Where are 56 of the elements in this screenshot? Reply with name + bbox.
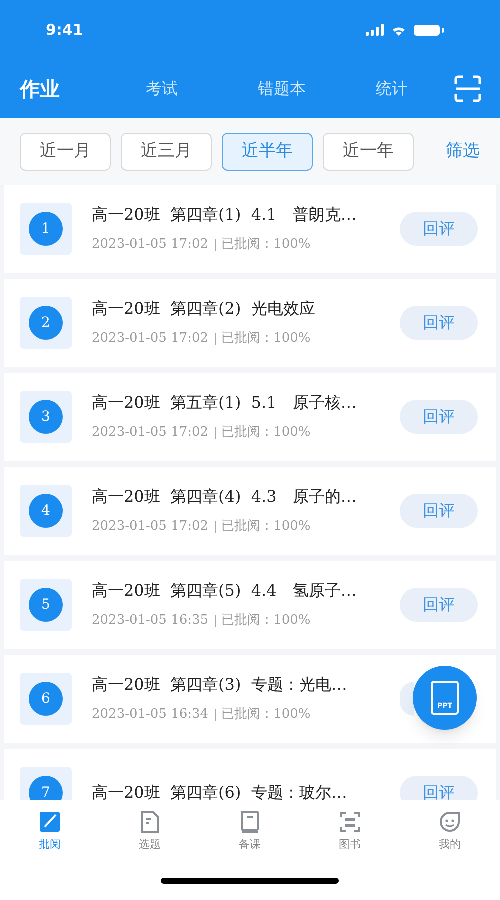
number-badge: 1: [29, 212, 63, 246]
wifi-icon: [392, 24, 406, 36]
assignment-title: 高一20班 第四章(3) 专题：光电…: [92, 674, 348, 696]
assignment-title: 高一20班 第四章(5) 4.4 氢原子…: [92, 580, 358, 602]
submit-time: 2023-01-05 16:35: [92, 612, 209, 630]
re-review-button[interactable]: 回评: [400, 212, 478, 246]
assignment-title: 高一20班 第四章(4) 4.3 原子的…: [92, 486, 358, 508]
assignment-card[interactable]: 5 高一20班 第四章(5) 4.4 氢原子… 2023-01-05 16:35 已批阅：100% 回评: [4, 561, 496, 649]
bottom-tab[interactable]: 图书: [300, 800, 400, 862]
assignment-card[interactable]: 4 高一20班 第四章(4) 4.3 原子的… 2023-01-05 17:02 已批阅：100% 回评: [4, 467, 496, 555]
submit-time: 2023-01-05 17:02: [92, 518, 209, 536]
assignment-title: 高一20班 第五章(1) 5.1 原子核…: [92, 392, 358, 414]
top-tab[interactable]: 作业: [20, 74, 102, 104]
re-review-button[interactable]: 回评: [400, 776, 478, 800]
review-status: 已批阅：100%: [222, 518, 311, 536]
re-review-button[interactable]: 回评: [400, 588, 478, 622]
filter-link[interactable]: 筛选: [446, 138, 480, 164]
number-badge: 4: [29, 494, 63, 528]
top-tab[interactable]: 错题本: [222, 77, 342, 101]
bottom-tab[interactable]: 批阅: [0, 800, 100, 862]
time-filter-chip[interactable]: 近一月: [20, 132, 111, 170]
assignment-title: 高一20班 第四章(1) 4.1 普朗克…: [92, 204, 358, 226]
assignment-title: 高一20班 第四章(2) 光电效应: [92, 298, 316, 320]
top-tab[interactable]: 考试: [102, 77, 222, 101]
re-review-button[interactable]: [400, 682, 414, 716]
submit-time: 2023-01-05 17:02: [92, 424, 209, 442]
re-review-button[interactable]: 回评: [400, 400, 478, 434]
signal-icon: [366, 24, 384, 36]
submit-time: 2023-01-05 17:02: [92, 330, 209, 348]
number-badge: 3: [29, 400, 63, 434]
submit-time: 2023-01-05 17:02: [92, 236, 209, 254]
status-time: 9:41: [46, 20, 84, 41]
review-status: 已批阅：100%: [222, 330, 311, 348]
number-badge: 6: [29, 682, 63, 716]
top-tab[interactable]: 统计: [342, 77, 442, 101]
scan-icon[interactable]: [454, 75, 482, 103]
review-status: 已批阅：100%: [222, 612, 311, 630]
number-badge: 5: [29, 588, 63, 622]
time-filter-chip[interactable]: 近一年: [323, 132, 414, 170]
number-badge: 2: [29, 306, 63, 340]
submit-time: 2023-01-05 16:34: [92, 706, 209, 724]
time-filter-chip[interactable]: 近半年: [222, 132, 313, 170]
bottom-tab[interactable]: 我的: [400, 800, 500, 862]
bottom-tab[interactable]: 选题: [100, 800, 200, 862]
assignment-card[interactable]: 3 高一20班 第五章(1) 5.1 原子核… 2023-01-05 17:02 已批阅：100% 回评: [4, 373, 496, 461]
review-status: 已批阅：100%: [222, 424, 311, 442]
battery-icon: [414, 24, 444, 36]
review-status: 已批阅：100%: [222, 236, 311, 254]
bottom-tab[interactable]: 备课: [200, 800, 300, 862]
re-review-button[interactable]: 回评: [400, 306, 478, 340]
review-status: 已批阅：100%: [222, 706, 311, 724]
assignment-card[interactable]: 2 高一20班 第四章(2) 光电效应 2023-01-05 17:02 已批阅：100% 回评: [4, 279, 496, 367]
re-review-button[interactable]: 回评: [400, 494, 478, 528]
time-filter-chip[interactable]: 近三月: [121, 132, 212, 170]
number-badge: 7: [29, 776, 63, 800]
assignment-card[interactable]: 1 高一20班 第四章(1) 4.1 普朗克… 2023-01-05 17:02 已批阅：100% 回评: [4, 185, 496, 273]
